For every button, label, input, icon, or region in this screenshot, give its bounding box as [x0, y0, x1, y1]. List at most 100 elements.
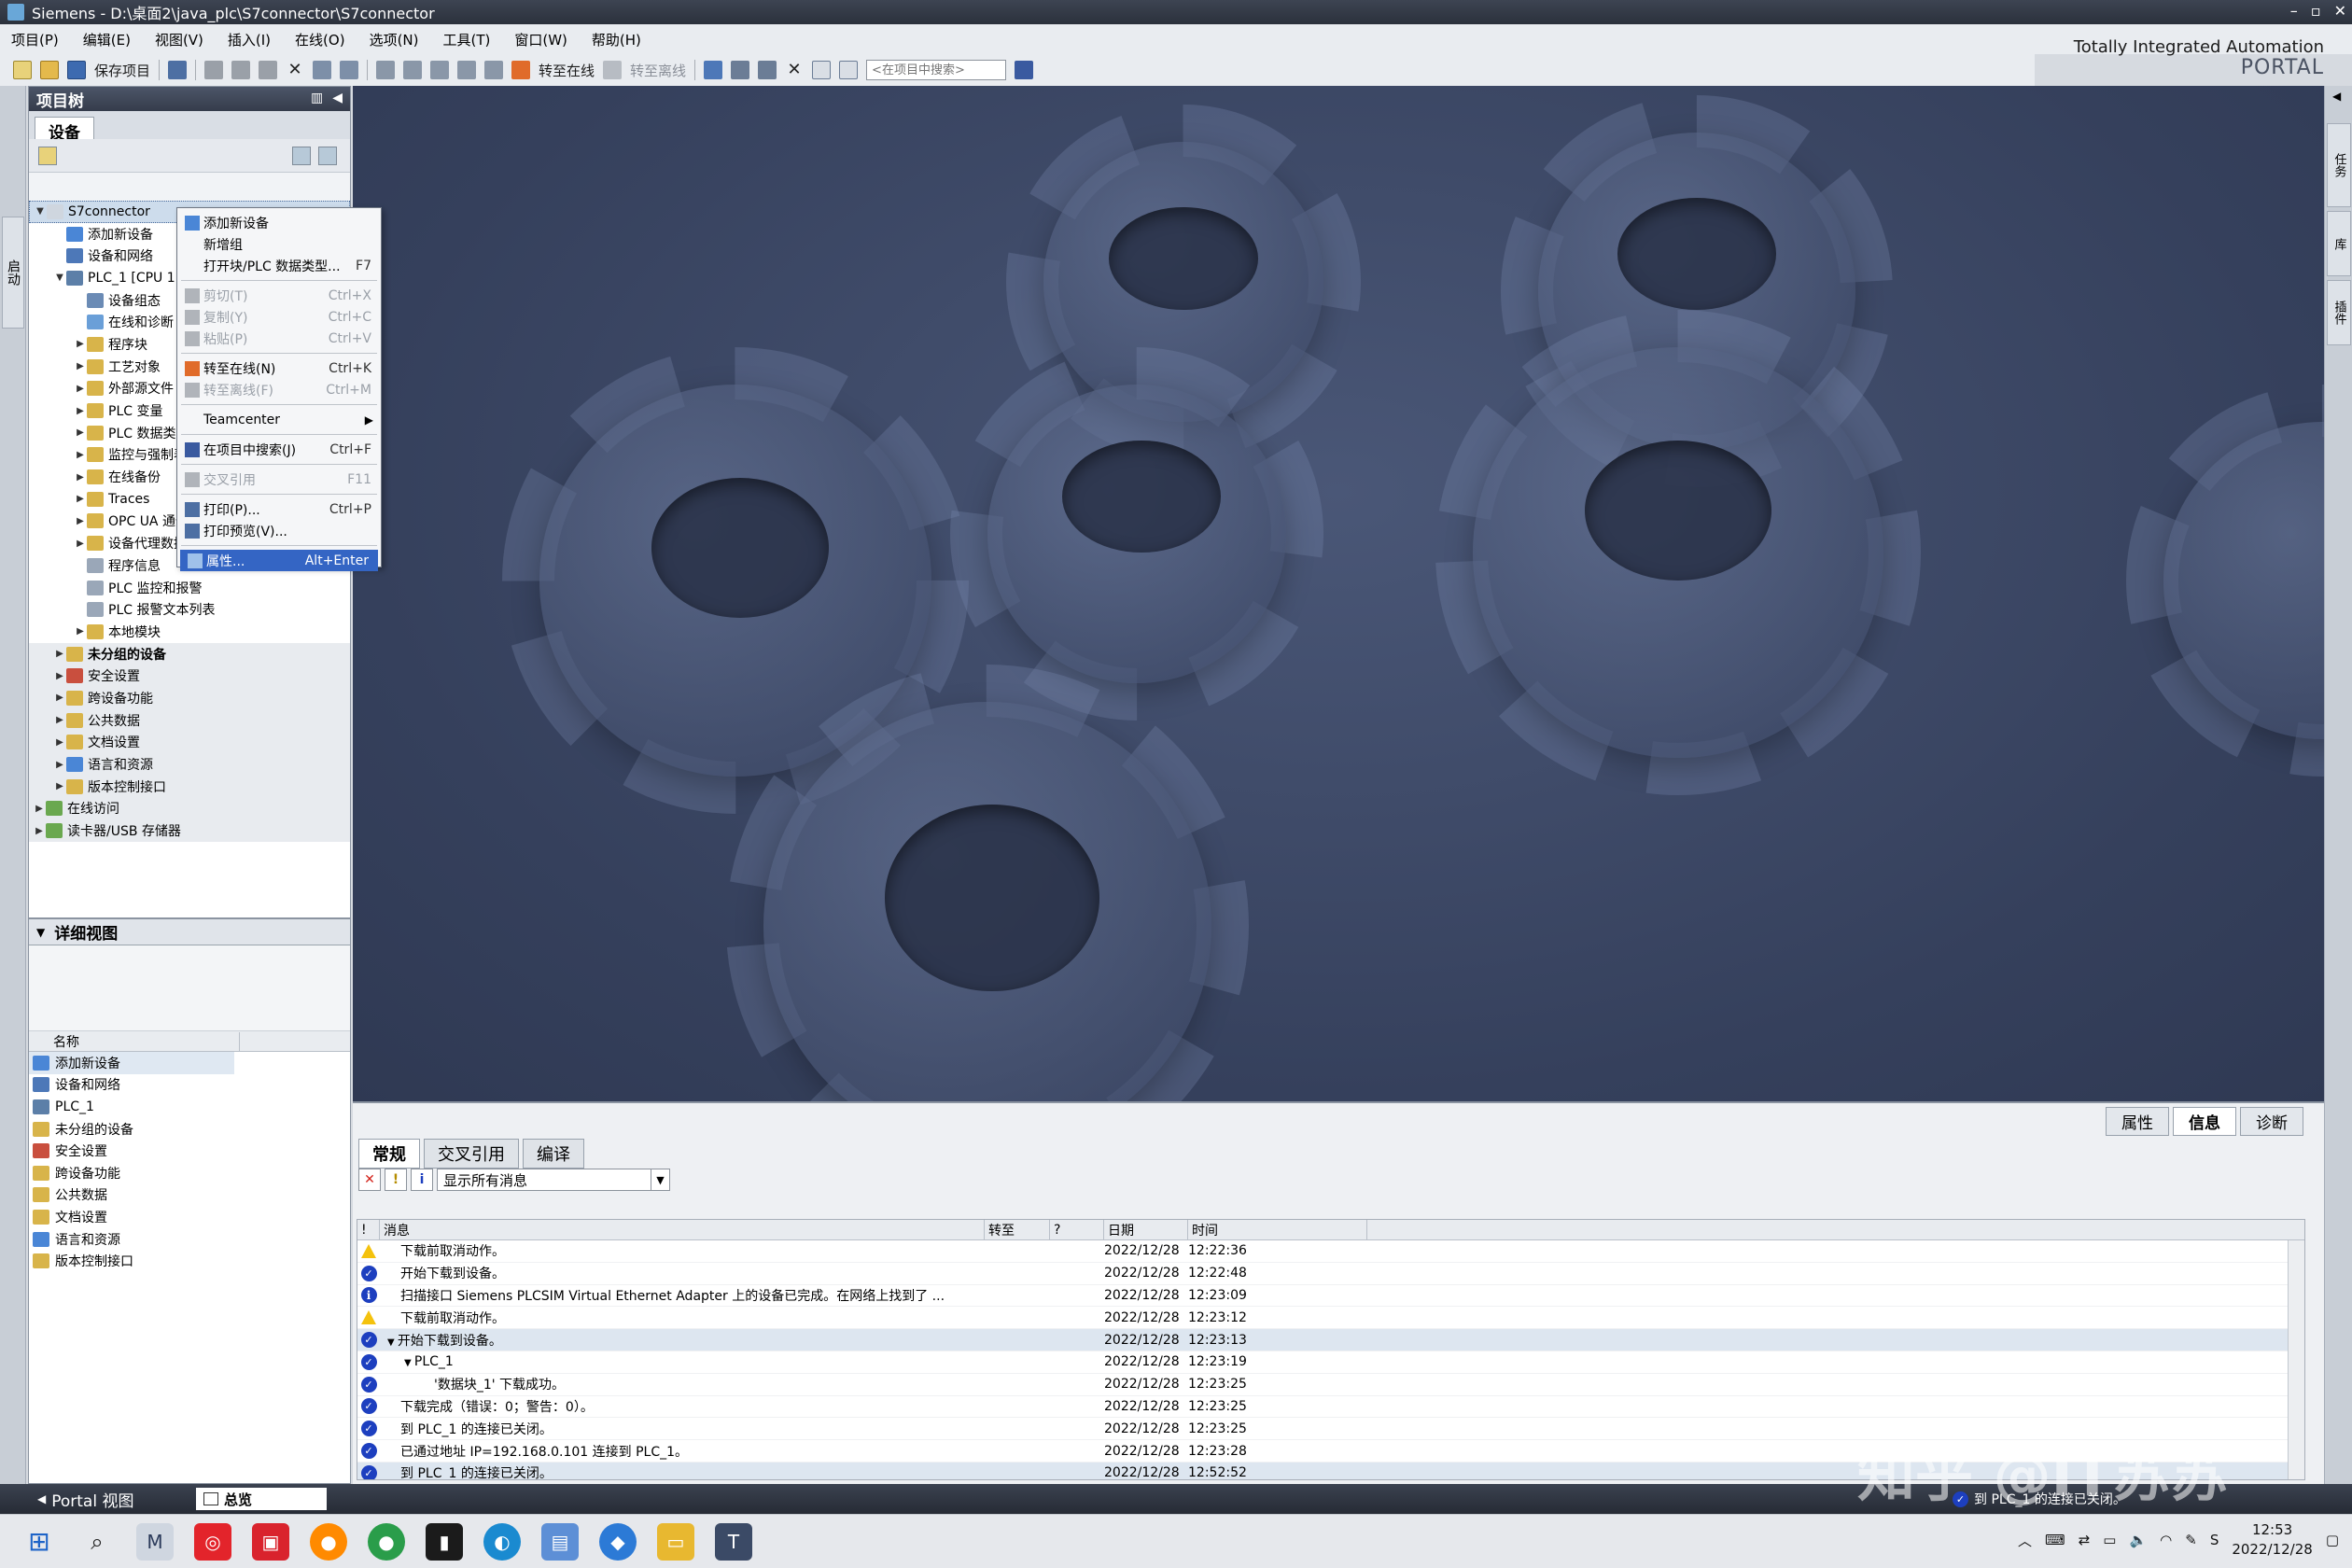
portal-view-button[interactable]: ◀ Portal 视图 — [37, 1488, 196, 1511]
redo-icon[interactable] — [340, 61, 359, 79]
expand-arrow-icon[interactable]: ▶ — [74, 472, 87, 483]
tree-item[interactable]: ▶ 未分组的设备 — [29, 642, 350, 665]
info-subtab-1[interactable]: 交叉引用 — [424, 1139, 519, 1169]
context-menu-item[interactable]: 复制(Y) Ctrl+C — [177, 306, 381, 328]
chevron-up-icon[interactable]: ︿ — [2018, 1531, 2032, 1550]
context-menu-item[interactable]: 在项目中搜索(J) Ctrl+F — [177, 439, 381, 460]
tasks-vertical-tab[interactable]: 任务 — [2327, 123, 2351, 207]
go-offline-icon[interactable] — [603, 61, 623, 79]
go-online-button[interactable]: 转至在线 — [539, 61, 595, 80]
paste-icon[interactable] — [259, 61, 278, 79]
context-menu-item[interactable]: 添加新设备 — [177, 212, 381, 233]
error-filter-icon[interactable]: ✕ — [358, 1169, 381, 1191]
info-filter-icon[interactable]: i — [411, 1169, 433, 1191]
close-view-icon[interactable]: ✕ — [785, 61, 804, 79]
pen-icon[interactable]: ✎ — [2185, 1532, 2197, 1548]
context-menu-item[interactable]: 属性... Alt+Enter — [180, 550, 378, 571]
project-icon[interactable] — [38, 147, 57, 165]
context-menu-item[interactable]: 交叉引用 F11 — [177, 469, 381, 490]
message-row[interactable]: 下载前取消动作。 2022/12/28 12:23:12 — [357, 1307, 2304, 1330]
tree-item[interactable]: ▶ 文档设置 — [29, 731, 350, 754]
download-icon[interactable] — [403, 61, 423, 79]
overview-tab[interactable]: 总览 — [196, 1488, 327, 1510]
menu-item-7[interactable]: 窗口(W) — [514, 30, 567, 49]
expand-arrow-icon[interactable]: ▶ — [74, 361, 87, 371]
collapse-arrow-icon[interactable]: ▼ — [387, 1337, 398, 1348]
detail-row[interactable]: 版本控制接口 — [29, 1250, 350, 1272]
restore-icon[interactable]: ▫ — [2311, 2, 2321, 20]
copy-icon[interactable] — [231, 61, 251, 79]
expand-arrow-icon[interactable]: ▶ — [53, 781, 66, 791]
collapse-panel-icon[interactable]: ◀ — [332, 91, 343, 105]
open-project-icon[interactable] — [40, 61, 59, 79]
expand-arrow-icon[interactable]: ▶ — [74, 539, 87, 549]
expand-arrow-icon[interactable]: ▶ — [74, 626, 87, 637]
firefox-icon[interactable]: ● — [310, 1522, 347, 1561]
info-subtab-0[interactable]: 常规 — [358, 1139, 420, 1169]
tree-item[interactable]: ▶ 公共数据 — [29, 708, 350, 732]
menu-item-2[interactable]: 视图(V) — [155, 30, 203, 49]
cut-icon[interactable] — [204, 61, 224, 79]
taskbar-app-icon[interactable]: ▣ — [252, 1522, 289, 1561]
context-menu-item[interactable]: 转至在线(N) Ctrl+K — [177, 357, 381, 379]
detail-row[interactable]: 未分组的设备 — [29, 1118, 350, 1141]
detail-column-header[interactable]: 名称 — [29, 1031, 350, 1052]
go-online-icon[interactable] — [511, 61, 531, 79]
expand-arrow-icon[interactable]: ▶ — [74, 516, 87, 526]
collapse-arrow-icon[interactable]: ▼ — [34, 206, 47, 217]
context-menu-item[interactable]: 转至离线(F) Ctrl+M — [177, 379, 381, 400]
compile-icon[interactable] — [376, 61, 396, 79]
detail-row[interactable]: 文档设置 — [29, 1206, 350, 1228]
detail-row[interactable]: 设备和网络 — [29, 1074, 350, 1097]
taskbar-app-icon[interactable]: ◎ — [194, 1522, 231, 1561]
save-project-button[interactable]: 保存项目 — [94, 61, 150, 80]
menu-item-1[interactable]: 编辑(E) — [83, 30, 131, 49]
detail-view-header[interactable]: ▼ 详细视图 — [29, 919, 350, 945]
accessible-devices-icon[interactable] — [704, 61, 723, 79]
wifi-icon[interactable]: ◠ — [2160, 1532, 2172, 1548]
detail-row[interactable]: 公共数据 — [29, 1184, 350, 1207]
menu-item-5[interactable]: 选项(N) — [370, 30, 419, 49]
collapse-arrow-icon[interactable]: ▼ — [53, 273, 66, 283]
menu-item-6[interactable]: 工具(T) — [443, 30, 491, 49]
inspector-tab-1[interactable]: 信息 — [2173, 1107, 2236, 1136]
expand-arrow-icon[interactable]: ▶ — [33, 826, 46, 836]
taskbar-app-icon[interactable]: M — [136, 1522, 174, 1561]
addins-vertical-tab[interactable]: 插件 — [2327, 280, 2351, 345]
time-column[interactable]: 时间 — [1188, 1220, 1367, 1239]
inspector-tab-0[interactable]: 属性 — [2106, 1107, 2169, 1136]
detail-row[interactable]: 安全设置 — [29, 1140, 350, 1162]
context-menu-item[interactable]: 粘贴(P) Ctrl+V — [177, 328, 381, 349]
expand-arrow-icon[interactable]: ▶ — [53, 649, 66, 659]
overview-icon[interactable] — [292, 147, 311, 165]
keyboard-icon[interactable]: ⌨ — [2045, 1532, 2065, 1548]
project-search-input[interactable] — [866, 60, 1007, 80]
windows-start-icon[interactable]: ⊞ — [21, 1523, 58, 1561]
context-menu-item[interactable]: Teamcenter ▶ — [177, 409, 381, 430]
expand-arrow-icon[interactable]: ▶ — [33, 804, 46, 814]
undo-icon[interactable] — [313, 61, 332, 79]
upload-icon[interactable] — [430, 61, 450, 79]
date-column[interactable]: 日期 — [1104, 1220, 1188, 1239]
start-cpu-icon[interactable] — [731, 61, 750, 79]
tree-item[interactable]: PLC 报警文本列表 — [29, 598, 350, 621]
context-menu-item[interactable]: 打开块/PLC 数据类型... F7 — [177, 255, 381, 276]
chevron-left-icon[interactable]: ◀ — [2332, 90, 2341, 103]
file-explorer-icon[interactable]: ▭ — [657, 1522, 694, 1561]
menu-item-3[interactable]: 插入(I) — [228, 30, 271, 49]
print-icon[interactable] — [168, 61, 188, 79]
taskbar-app-icon[interactable]: ▤ — [541, 1522, 579, 1561]
menu-item-8[interactable]: 帮助(H) — [592, 30, 641, 49]
expand-arrow-icon[interactable]: ▶ — [74, 384, 87, 394]
clock[interactable]: 12:53 2022/12/28 — [2232, 1520, 2312, 1560]
info-subtab-2[interactable]: 编译 — [523, 1139, 584, 1169]
notification-icon[interactable]: ▢ — [2326, 1532, 2339, 1548]
expand-arrow-icon[interactable]: ▶ — [53, 760, 66, 770]
expand-arrow-icon[interactable]: ▶ — [53, 693, 66, 703]
network-icon[interactable]: ⇄ — [2079, 1532, 2091, 1548]
message-scrollbar[interactable] — [2288, 1240, 2304, 1479]
expand-arrow-icon[interactable]: ▶ — [74, 450, 87, 460]
context-menu-item[interactable]: 剪切(T) Ctrl+X — [177, 285, 381, 306]
help-column[interactable]: ? — [1050, 1220, 1104, 1239]
tree-item[interactable]: PLC 监控和报警 — [29, 577, 350, 599]
